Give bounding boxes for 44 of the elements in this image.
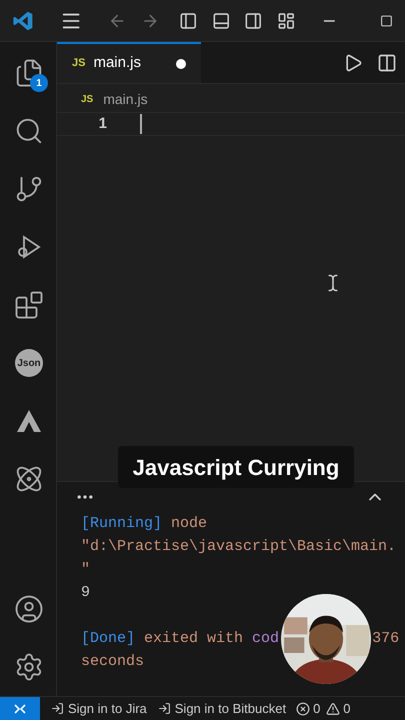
sidebar-toggle-icon[interactable] [179,10,198,30]
terminal-text: 9 [81,583,90,603]
terminal-text: [Running] [81,514,162,534]
secondary-sidebar-icon[interactable] [244,10,263,30]
settings-icon[interactable] [14,652,44,682]
error-icon[interactable] [296,702,310,716]
text-cursor [140,114,142,134]
warning-icon[interactable] [326,702,340,716]
panel-toggle-icon[interactable] [212,10,230,30]
js-file-icon: JS [81,92,94,106]
remote-icon [13,702,27,716]
tab-label: main.js [93,53,142,74]
terminal-text: "d:\Practise\javascript\Basic\main. [81,537,396,557]
branch-icon[interactable] [14,174,44,204]
count-badge: 1 [30,74,48,92]
terminal-text: [Done] [81,629,136,649]
breadcrumb[interactable]: main.js [103,88,148,110]
remote-button[interactable] [0,697,40,720]
triangle-icon[interactable] [16,409,42,433]
terminal-text: cod [252,629,280,649]
status-item[interactable]: Sign in to Jira [51,698,147,718]
extensions-icon[interactable] [14,290,44,320]
files-icon[interactable] [14,58,44,88]
sign-in-icon [51,702,64,715]
editor-tab[interactable]: JS main.js [57,42,201,83]
js-file-icon: JS [72,55,86,72]
terminal-text: " [81,560,90,580]
terminal-text: 376 [372,629,400,649]
line-number: 1 [98,114,107,134]
maximize-icon[interactable] [380,14,394,28]
search-icon[interactable] [14,116,44,146]
status-item[interactable]: Sign in to Bitbucket [158,698,286,718]
error-count[interactable]: 0 [313,698,320,718]
warning-count[interactable]: 0 [343,698,351,718]
split-editor-icon[interactable] [377,52,397,72]
video-caption: Javascript Currying [118,446,354,488]
terminal-text: node [171,514,208,534]
json-button[interactable]: Json [15,349,43,377]
atom-icon[interactable] [14,464,44,494]
terminal-text: seconds [81,652,144,672]
terminal-text: exited with [144,629,244,649]
layout-icon[interactable] [276,10,296,30]
account-icon[interactable] [14,594,44,624]
sign-in-icon [158,702,171,715]
